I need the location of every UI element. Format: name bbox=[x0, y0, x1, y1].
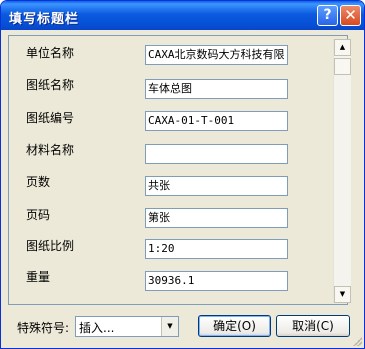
scroll-up-button[interactable]: ▲ bbox=[334, 39, 351, 56]
drawing-scale-input[interactable]: 1:20 bbox=[145, 239, 288, 259]
vertical-scrollbar[interactable]: ▲ ▼ bbox=[333, 39, 351, 303]
dialog-window: 填写标题栏 ? ✕ 单位名称 CAXA北京数码大方科技有限 图纸名称 车体总图 … bbox=[0, 0, 365, 349]
close-button[interactable]: ✕ bbox=[340, 5, 361, 26]
ok-button[interactable]: 确定(O) bbox=[198, 315, 271, 337]
resize-grip-icon[interactable] bbox=[352, 336, 362, 346]
page-count-input[interactable]: 共张 bbox=[145, 176, 288, 196]
chevron-down-icon[interactable]: ▼ bbox=[161, 317, 178, 336]
title-bar[interactable]: 填写标题栏 ? ✕ bbox=[1, 1, 364, 30]
scroll-down-button[interactable]: ▼ bbox=[334, 286, 351, 303]
drawing-number-input[interactable]: CAXA-01-T-001 bbox=[145, 111, 288, 131]
field-label-drawing-number: 图纸编号 bbox=[26, 111, 75, 125]
material-name-input[interactable] bbox=[145, 144, 288, 164]
field-label-material-name: 材料名称 bbox=[26, 143, 75, 157]
scroll-thumb[interactable] bbox=[334, 58, 351, 75]
dialog-title: 填写标题栏 bbox=[9, 12, 80, 27]
field-label-drawing-scale: 图纸比例 bbox=[26, 239, 75, 253]
special-symbol-label: 特殊符号: bbox=[17, 321, 70, 335]
arrow-up-icon: ▲ bbox=[339, 43, 346, 51]
weight-input[interactable]: 30936.1 bbox=[145, 271, 288, 291]
unit-name-input[interactable]: CAXA北京数码大方科技有限 bbox=[145, 45, 288, 65]
field-label-page-number: 页码 bbox=[26, 208, 51, 222]
field-label-drawing-name: 图纸名称 bbox=[26, 78, 75, 92]
field-label-weight: 重量 bbox=[26, 270, 51, 284]
field-label-page-count: 页数 bbox=[26, 175, 51, 189]
help-button[interactable]: ? bbox=[317, 5, 338, 26]
cancel-button[interactable]: 取消(C) bbox=[276, 315, 350, 337]
close-icon: ✕ bbox=[344, 6, 357, 24]
page-number-input[interactable]: 第张 bbox=[145, 208, 288, 228]
special-symbol-select[interactable]: 插入... ▼ bbox=[75, 316, 179, 337]
arrow-down-icon: ▼ bbox=[339, 290, 346, 298]
question-mark-icon: ? bbox=[323, 7, 332, 23]
special-symbol-value: 插入... bbox=[79, 321, 115, 335]
fields-panel: 单位名称 CAXA北京数码大方科技有限 图纸名称 车体总图 图纸编号 CAXA-… bbox=[8, 35, 348, 305]
field-label-unit-name: 单位名称 bbox=[26, 46, 75, 60]
drawing-name-input[interactable]: 车体总图 bbox=[145, 79, 288, 99]
